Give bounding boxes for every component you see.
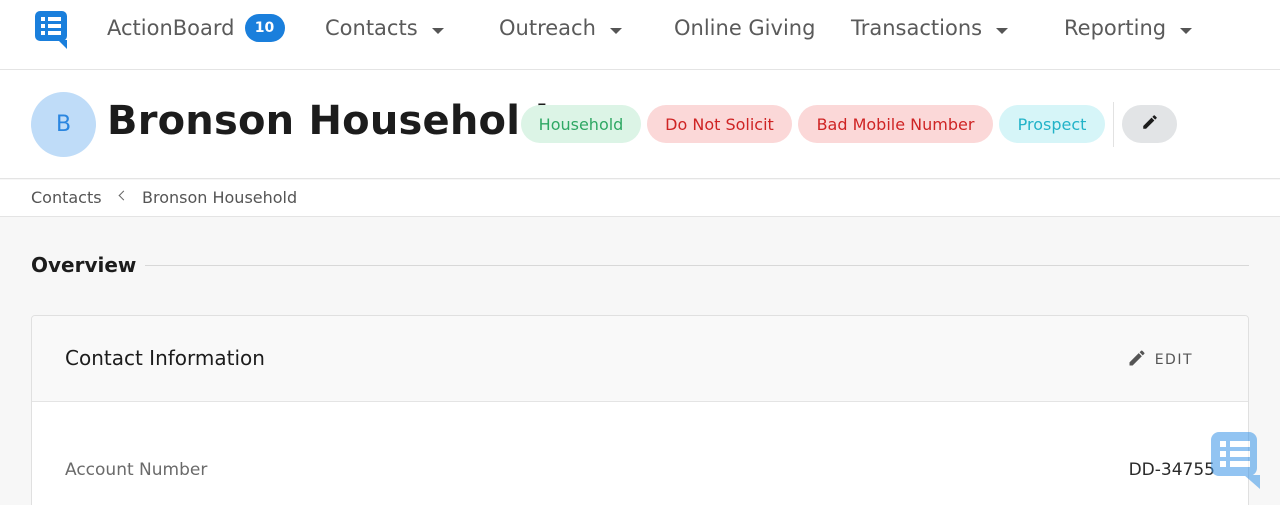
breadcrumb-contacts-link[interactable]: Contacts xyxy=(31,188,102,207)
contact-header: B Bronson Household Household Do Not Sol… xyxy=(0,70,1280,179)
nav-online-giving-label: Online Giving xyxy=(674,16,816,40)
chevron-down-icon xyxy=(1180,28,1193,34)
nav-transactions-label: Transactions xyxy=(851,16,983,40)
nav-contacts-label: Contacts xyxy=(325,16,418,40)
edit-tags-button[interactable] xyxy=(1122,105,1177,143)
nav-transactions[interactable]: Transactions xyxy=(851,0,1009,56)
breadcrumb: Contacts Bronson Household xyxy=(0,180,1280,217)
nav-actionboard-label: ActionBoard xyxy=(107,16,235,40)
card-header: Contact Information EDIT xyxy=(32,316,1248,402)
edit-label: EDIT xyxy=(1154,352,1193,368)
tag-household[interactable]: Household xyxy=(521,105,641,143)
chevron-down-icon xyxy=(609,28,622,34)
overview-divider xyxy=(145,265,1249,266)
pencil-icon xyxy=(1127,348,1155,372)
chat-widget-icon[interactable] xyxy=(1210,431,1262,491)
top-nav: ActionBoard 10 Contacts Outreach Online … xyxy=(0,0,1280,70)
breadcrumb-current: Bronson Household xyxy=(142,188,298,207)
avatar: B xyxy=(31,92,96,157)
nav-reporting[interactable]: Reporting xyxy=(1064,0,1193,56)
nav-outreach[interactable]: Outreach xyxy=(499,0,622,56)
edit-contact-info-button[interactable]: EDIT xyxy=(1127,348,1193,372)
app-logo-icon[interactable] xyxy=(34,10,70,50)
card-title: Contact Information xyxy=(65,346,265,370)
nav-reporting-label: Reporting xyxy=(1064,16,1167,40)
chevron-down-icon xyxy=(431,28,444,34)
actionboard-count-badge: 10 xyxy=(244,14,285,42)
tag-prospect[interactable]: Prospect xyxy=(999,105,1105,143)
account-number-label: Account Number xyxy=(65,460,208,480)
nav-contacts[interactable]: Contacts xyxy=(325,0,444,56)
account-number-value: DD-34755 xyxy=(1128,460,1215,480)
nav-actionboard[interactable]: ActionBoard 10 xyxy=(107,0,285,56)
overview-heading: Overview xyxy=(31,253,137,277)
contact-information-card: Contact Information EDIT Account Number … xyxy=(31,315,1249,505)
chevron-down-icon xyxy=(996,28,1009,34)
tag-do-not-solicit[interactable]: Do Not Solicit xyxy=(647,105,792,143)
pencil-icon xyxy=(1141,113,1159,135)
page-title: Bronson Household xyxy=(107,98,549,144)
tag-bad-mobile-number[interactable]: Bad Mobile Number xyxy=(798,105,993,143)
chevron-left-icon xyxy=(118,190,129,201)
nav-outreach-label: Outreach xyxy=(499,16,596,40)
header-divider xyxy=(1113,102,1114,147)
nav-online-giving[interactable]: Online Giving xyxy=(674,0,815,56)
